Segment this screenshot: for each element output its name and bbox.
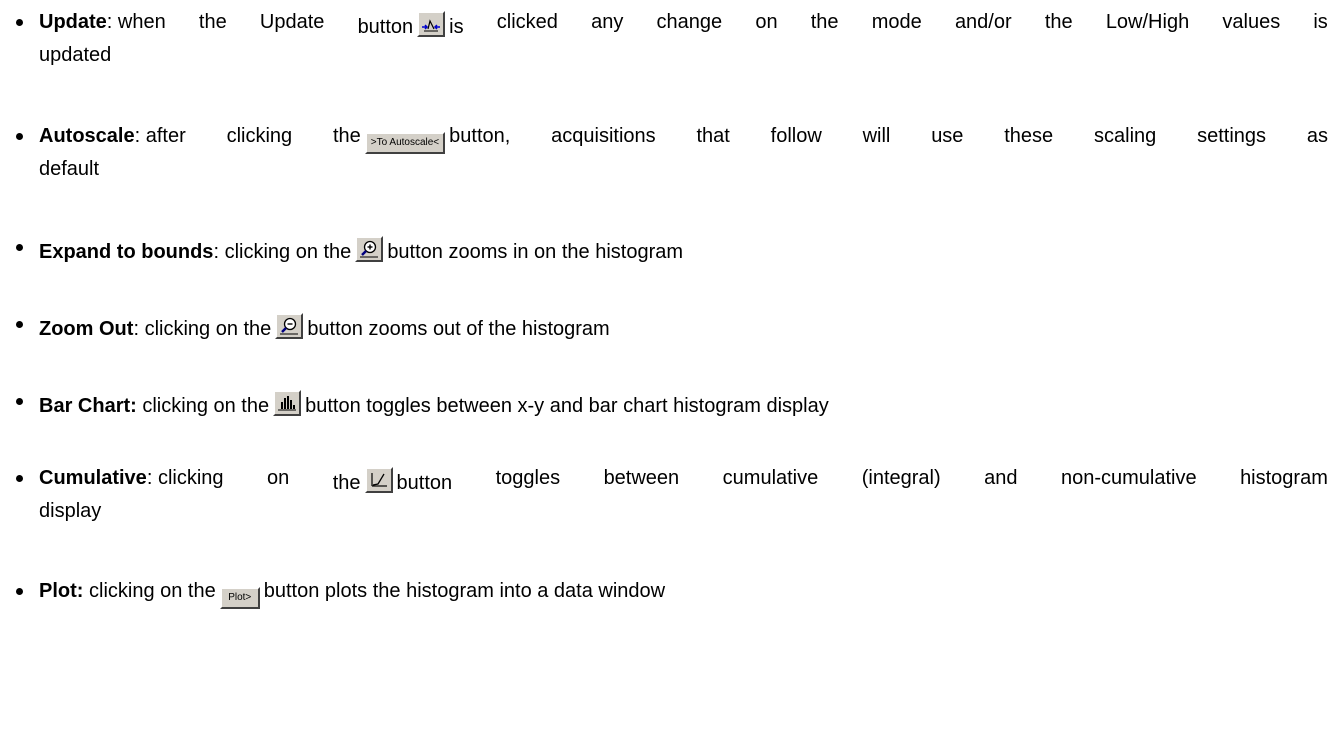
bar-chart-button[interactable] <box>273 390 302 416</box>
bullet-dot <box>16 125 24 147</box>
bullet-dot <box>16 580 24 602</box>
term-expand-to-bounds: Expand to bounds <box>39 241 214 263</box>
bullet-dot <box>16 313 24 335</box>
bullet-item-update: Update: when the Update button is clicked… <box>12 11 1328 66</box>
bullet-item-expand-to-bounds: Expand to bounds: clicking on the button … <box>12 236 1328 263</box>
bullet-item-plot: Plot: clicking on the Plot> button plots t… <box>12 580 1328 609</box>
bullet-dot <box>16 11 24 33</box>
cumulative-button[interactable] <box>364 467 393 493</box>
bullet-dot <box>16 467 24 489</box>
term-plot: Plot: <box>39 580 84 602</box>
term-zoom-out: Zoom Out <box>39 318 134 340</box>
bullet-line: Update: when the Update button is clicked… <box>12 11 1328 38</box>
term-cumulative: Cumulative <box>39 467 147 489</box>
term-update: Update <box>39 11 107 33</box>
bullet-item-bar-chart: Bar Chart: clicking on the button toggles… <box>12 390 1328 417</box>
bullet-item-cumulative: Cumulative: clicking on the button toggle… <box>12 467 1328 522</box>
update-button[interactable] <box>417 11 446 37</box>
bullet-item-autoscale: Autoscale: after clicking the >To Autosca… <box>12 125 1328 180</box>
bullet-line: Autoscale: after clicking the >To Autosca… <box>12 125 1328 154</box>
bullet-dot <box>16 390 24 412</box>
to-autoscale-button[interactable]: >To Autoscale< <box>364 132 446 154</box>
bullet-line: Expand to bounds: clicking on the button … <box>12 236 1328 263</box>
zoom-out-button[interactable] <box>275 313 304 339</box>
bullet-continuation: display <box>39 500 102 522</box>
plot-button[interactable]: Plot> <box>219 587 260 609</box>
bullet-line: Zoom Out: clicking on the button zooms ou… <box>12 313 1328 340</box>
bullet-line: Plot: clicking on the Plot> button plots t… <box>12 580 1328 609</box>
bullet-item-zoom-out: Zoom Out: clicking on the button zooms ou… <box>12 313 1328 340</box>
bullet-line: Cumulative: clicking on the button toggle… <box>12 467 1328 494</box>
bullet-continuation: updated <box>39 44 112 66</box>
bullet-continuation: default <box>39 158 100 180</box>
term-autoscale: Autoscale <box>39 125 135 147</box>
term-bar-chart: Bar Chart: <box>39 395 137 417</box>
bullet-line: Bar Chart: clicking on the button toggles… <box>12 390 1328 417</box>
expand-to-bounds-button[interactable] <box>355 236 384 262</box>
bullet-dot <box>16 236 24 258</box>
